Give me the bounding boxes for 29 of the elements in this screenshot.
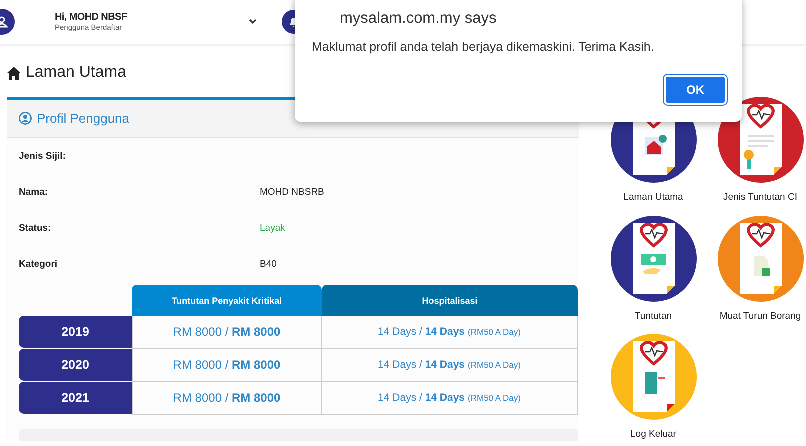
page-title: Laman Utama bbox=[26, 64, 126, 82]
table-cell: RM 8000 / RM 8000 bbox=[132, 382, 322, 415]
tile-label[interactable]: Muat Turun Borang bbox=[720, 310, 802, 322]
field-value: MOHD NBSRB bbox=[260, 186, 324, 198]
tile-label[interactable]: Jenis Tuntutan CI bbox=[724, 192, 798, 203]
year-label: 2021 bbox=[19, 382, 132, 414]
field-label: Jenis Sijil: bbox=[18, 150, 67, 162]
field-value: B40 bbox=[260, 258, 277, 270]
table-cell: 14 Days / 14 Days (RM50 A Day) bbox=[322, 382, 578, 415]
field-label: Nama: bbox=[18, 186, 50, 198]
field-label: Kategori bbox=[18, 258, 59, 270]
dialog-title: mysalam.com.my says bbox=[340, 10, 497, 28]
table-cell: 14 Days / 14 Days (RM50 A Day) bbox=[322, 316, 578, 349]
card-title: Profil Pengguna bbox=[37, 111, 130, 126]
column-header: Tuntutan Penyakit Kritikal bbox=[132, 285, 322, 316]
year-label: 2020 bbox=[19, 349, 132, 381]
tile-label[interactable]: Laman Utama bbox=[624, 192, 684, 203]
field-value: Layak bbox=[260, 222, 286, 234]
table-cell: RM 8000 / RM 8000 bbox=[132, 349, 322, 382]
user-greeting: Hi, MOHD NBSF bbox=[55, 12, 128, 23]
tile-label[interactable]: Log Keluar bbox=[630, 429, 676, 440]
column-header: Hospitalisasi bbox=[322, 285, 578, 316]
tile-label[interactable]: Tuntutan bbox=[634, 310, 672, 322]
dialog-message: Maklumat profil anda telah berjaya dikemaskini. Terima Kasih. bbox=[312, 40, 654, 54]
year-label: 2019 bbox=[19, 316, 132, 348]
ok-button[interactable]: OK bbox=[664, 75, 727, 105]
table-cell: RM 8000 / RM 8000 bbox=[132, 316, 322, 349]
table-cell: 14 Days / 14 Days (RM50 A Day) bbox=[322, 349, 578, 382]
field-label: Status: bbox=[18, 222, 52, 234]
